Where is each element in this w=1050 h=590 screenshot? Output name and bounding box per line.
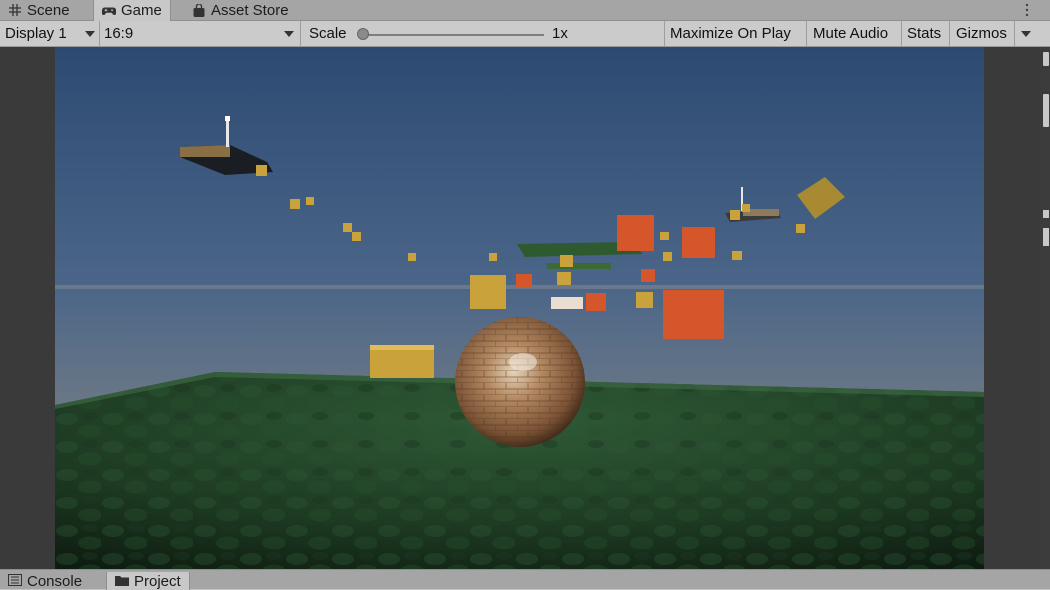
- gold-block: [343, 223, 352, 232]
- game-render: [55, 47, 984, 569]
- gold-block: [742, 204, 750, 212]
- toolbar-divider: [901, 21, 902, 46]
- tab-console-label: Console: [27, 572, 83, 590]
- orange-block: [516, 274, 532, 288]
- scale-slider-handle[interactable]: [357, 28, 369, 40]
- gold-block: [730, 210, 740, 220]
- gold-block: [557, 272, 571, 285]
- gold-block: [489, 253, 497, 261]
- scrollbar-thumb[interactable]: [1043, 210, 1049, 218]
- grid-icon: [8, 3, 22, 17]
- scale-value: 1x: [552, 25, 568, 42]
- folder-icon: [115, 573, 129, 590]
- scrollbar-thumb[interactable]: [1043, 52, 1049, 66]
- gold-block: [352, 232, 361, 241]
- gold-block: [663, 252, 672, 261]
- mute-audio-toggle[interactable]: Mute Audio: [813, 21, 888, 46]
- more-options-icon[interactable]: [1020, 1, 1034, 19]
- tab-game-label: Game: [121, 2, 162, 19]
- scale-label: Scale: [309, 25, 347, 42]
- bottom-tab-strip: Console Project: [0, 569, 1050, 590]
- gold-block: [732, 251, 742, 260]
- scrollbar-thumb[interactable]: [1043, 94, 1049, 127]
- tab-scene[interactable]: Scene: [0, 0, 78, 20]
- gold-block: [408, 253, 416, 261]
- gizmos-dropdown[interactable]: [1016, 21, 1038, 46]
- orange-block: [682, 227, 715, 258]
- aspect-dropdown[interactable]: 16:9: [104, 21, 299, 46]
- toolbar-divider: [99, 21, 100, 46]
- toolbar-divider: [300, 21, 301, 46]
- orange-block: [641, 269, 655, 282]
- chevron-down-icon: [1021, 31, 1031, 37]
- tab-game[interactable]: Game: [93, 0, 171, 21]
- toolbar-divider: [806, 21, 807, 46]
- tab-asset-store[interactable]: Asset Store: [184, 0, 297, 20]
- editor-tab-strip: Scene Game Asset Store: [0, 0, 1050, 21]
- gold-block: [290, 199, 300, 209]
- gold-block: [470, 275, 506, 309]
- display-dropdown-value: Display 1: [5, 25, 67, 42]
- gold-block: [306, 197, 314, 205]
- toolbar-divider: [664, 21, 665, 46]
- gamepad-icon: [102, 4, 116, 18]
- game-view[interactable]: [55, 47, 984, 569]
- chevron-down-icon: [85, 31, 95, 37]
- gold-block: [796, 224, 805, 233]
- gold-block: [560, 255, 573, 267]
- stats-toggle[interactable]: Stats: [907, 21, 941, 46]
- gizmos-toggle[interactable]: Gizmos: [956, 21, 1007, 46]
- orange-block: [617, 215, 654, 251]
- tab-asset-store-label: Asset Store: [211, 1, 289, 19]
- scale-slider-track[interactable]: [364, 34, 544, 36]
- chevron-down-icon: [284, 31, 294, 37]
- tab-console[interactable]: Console: [0, 572, 90, 590]
- orange-block: [586, 293, 606, 311]
- scrollbar-thumb[interactable]: [1043, 228, 1049, 246]
- gold-block: [636, 292, 653, 308]
- aspect-dropdown-value: 16:9: [104, 25, 134, 42]
- flag-pole: [226, 117, 229, 147]
- orange-block: [663, 290, 724, 339]
- toolbar-divider: [949, 21, 950, 46]
- toolbar-divider: [1014, 21, 1015, 46]
- white-block: [551, 297, 583, 309]
- gold-block: [256, 165, 267, 176]
- tab-project-label: Project: [134, 572, 181, 590]
- gold-block: [660, 232, 669, 240]
- maximize-on-play-toggle[interactable]: Maximize On Play: [670, 21, 791, 46]
- bag-icon: [192, 3, 206, 17]
- tab-scene-label: Scene: [27, 1, 70, 19]
- tab-project[interactable]: Project: [106, 572, 190, 590]
- display-dropdown[interactable]: Display 1: [5, 21, 97, 46]
- console-icon: [8, 573, 22, 590]
